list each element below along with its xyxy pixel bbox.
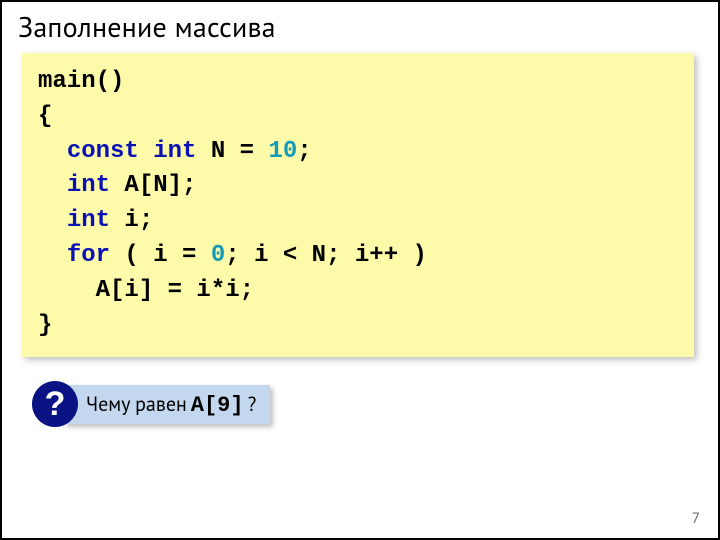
slide: Заполнение массива main() { const int N …	[0, 0, 720, 540]
code-text: ; i < N; i++ )	[225, 242, 441, 269]
keyword-int: int	[67, 207, 110, 234]
code-text: i;	[110, 207, 153, 234]
question-row: ? Чему равен A[9]?	[32, 381, 704, 427]
code-text: ( i =	[110, 242, 211, 269]
number-literal: 0	[211, 242, 225, 269]
keyword-int: int	[153, 138, 196, 165]
code-block: main() { const int N = 10; int A[N]; int…	[22, 53, 694, 357]
number-literal: 10	[268, 138, 297, 165]
code-text: ;	[297, 138, 311, 165]
keyword-for: for	[67, 242, 110, 269]
question-suffix: ?	[248, 391, 257, 417]
page-number: 7	[692, 509, 700, 528]
slide-title: Заполнение массива	[18, 8, 704, 45]
code-line: {	[38, 103, 52, 130]
code-text: N =	[196, 138, 268, 165]
question-prefix: Чему равен	[86, 391, 187, 417]
code-line: A[i] = i*i;	[38, 277, 254, 304]
code-line: }	[38, 312, 52, 339]
keyword-int: int	[67, 172, 110, 199]
keyword-const: const	[67, 138, 139, 165]
code-text: A[N];	[110, 172, 196, 199]
question-box: Чему равен A[9]?	[64, 385, 270, 424]
code-line: main()	[38, 68, 124, 95]
question-expression: A[9]	[191, 393, 244, 418]
